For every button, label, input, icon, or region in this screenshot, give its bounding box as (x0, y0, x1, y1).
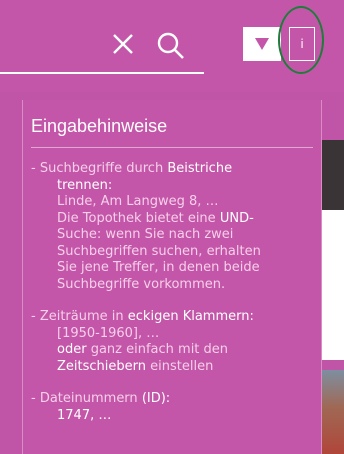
input-hints-panel: Eingabehinweise - Suchbegriffe durch Bei… (22, 100, 322, 454)
close-icon (113, 34, 133, 54)
filter-dropdown-button[interactable] (243, 27, 281, 61)
background-map-strip (322, 140, 344, 210)
hint-file-numbers: - Dateinummern (ID): 1747, … (31, 391, 171, 423)
triangle-down-icon (255, 38, 269, 50)
background-photo-thumbnail (322, 370, 344, 454)
info-icon: i (300, 37, 304, 51)
hint-search-terms: - Suchbegriffe durch Beistriche trennen:… (31, 161, 261, 292)
background-content-strip (322, 210, 344, 360)
panel-title: Eingabehinweise (31, 116, 168, 136)
hint-time-ranges: - Zeiträume in eckigen Klammern: [1950-1… (31, 309, 254, 374)
search-input-underline (0, 72, 204, 74)
clear-search-button[interactable] (110, 31, 136, 57)
search-button[interactable] (156, 31, 186, 61)
search-icon (157, 32, 184, 59)
info-button[interactable]: i (289, 27, 315, 61)
panel-divider (31, 147, 313, 148)
hints-body: - Suchbegriffe durch Beistriche trennen:… (31, 161, 317, 440)
